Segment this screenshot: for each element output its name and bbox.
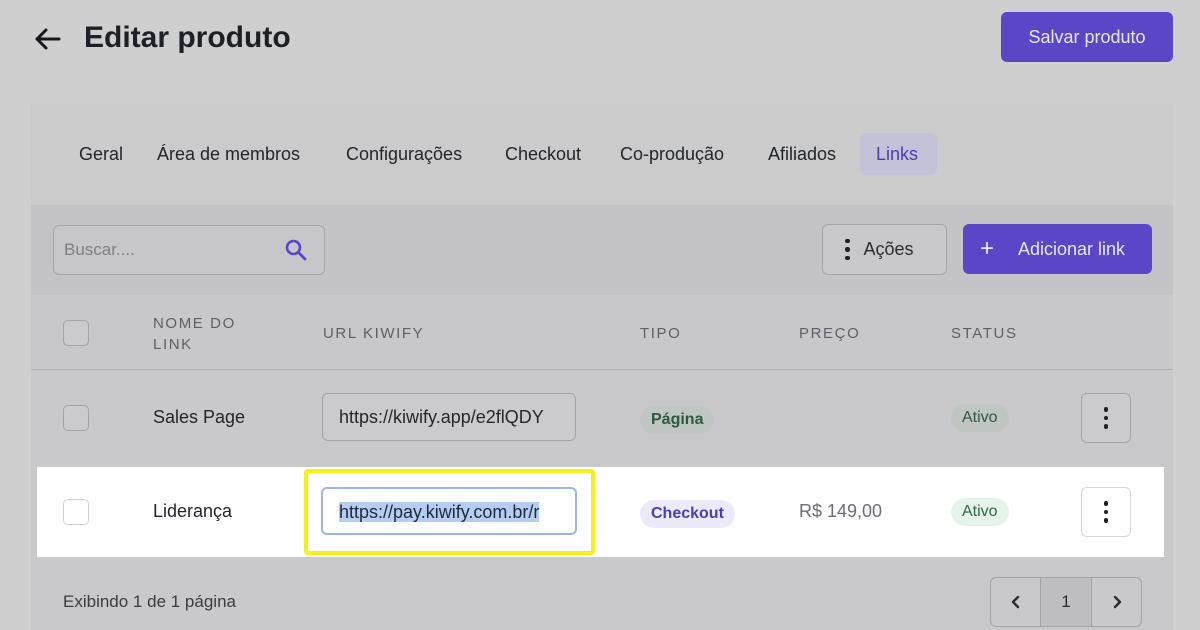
- type-badge: Página: [640, 406, 715, 434]
- status-badge: Ativo: [951, 404, 1009, 432]
- pagination-text: Exibindo 1 de 1 página: [63, 592, 236, 611]
- price-value: R$ 149,00: [799, 501, 883, 521]
- column-header-price: PREÇO: [799, 325, 861, 342]
- tab-co-producao[interactable]: Co-produção: [604, 133, 740, 175]
- search-box: [53, 225, 325, 275]
- row-menu-button[interactable]: [1081, 487, 1131, 537]
- url-field-selected[interactable]: https://pay.kiwify.com.br/r: [321, 487, 577, 535]
- status-badge: Ativo: [951, 498, 1009, 526]
- column-header-status: STATUS: [951, 325, 1018, 342]
- add-link-button[interactable]: + Adicionar link: [963, 224, 1152, 274]
- column-header-url: URL KIWIFY: [323, 325, 425, 342]
- tab-checkout[interactable]: Checkout: [489, 133, 597, 175]
- chevron-right-icon: [1113, 595, 1121, 609]
- column-header-type: TIPO: [640, 325, 682, 342]
- save-product-button[interactable]: Salvar produto: [1001, 12, 1173, 62]
- tab-configuracoes[interactable]: Configurações: [330, 133, 478, 175]
- back-arrow-icon[interactable]: [30, 22, 64, 56]
- row-checkbox[interactable]: [63, 499, 89, 525]
- select-all-checkbox[interactable]: [63, 320, 89, 346]
- add-link-label: Adicionar link: [1018, 238, 1126, 259]
- next-page-button[interactable]: [1091, 578, 1141, 626]
- page-title: Editar produto: [84, 21, 291, 54]
- plus-icon: +: [980, 235, 995, 262]
- link-name: Sales Page: [153, 407, 246, 427]
- row-checkbox[interactable]: [63, 405, 89, 431]
- kebab-menu-icon: [1103, 501, 1109, 523]
- kebab-menu-icon: [1103, 407, 1109, 429]
- column-header-name: NOME DO LINK: [153, 315, 236, 353]
- type-badge: Checkout: [640, 500, 735, 528]
- actions-button[interactable]: Ações: [822, 224, 947, 275]
- previous-page-button[interactable]: [991, 578, 1041, 626]
- kebab-menu-icon: [845, 238, 850, 261]
- page-number-button[interactable]: 1: [1041, 578, 1091, 626]
- tab-geral[interactable]: Geral: [63, 133, 139, 175]
- row-menu-button[interactable]: [1081, 393, 1131, 443]
- chevron-left-icon: [1011, 595, 1019, 609]
- link-name: Liderança: [153, 501, 233, 521]
- search-input[interactable]: [64, 226, 274, 273]
- tab-afiliados[interactable]: Afiliados: [752, 133, 852, 175]
- tab-area-de-membros[interactable]: Área de membros: [141, 133, 316, 175]
- tab-links[interactable]: Links: [860, 133, 937, 175]
- url-field[interactable]: https://kiwify.app/e2flQDY: [322, 393, 576, 441]
- pagination: 1: [990, 577, 1142, 627]
- search-icon[interactable]: [284, 238, 308, 262]
- selected-url-text: https://pay.kiwify.com.br/r: [339, 502, 540, 522]
- actions-label: Ações: [863, 239, 914, 259]
